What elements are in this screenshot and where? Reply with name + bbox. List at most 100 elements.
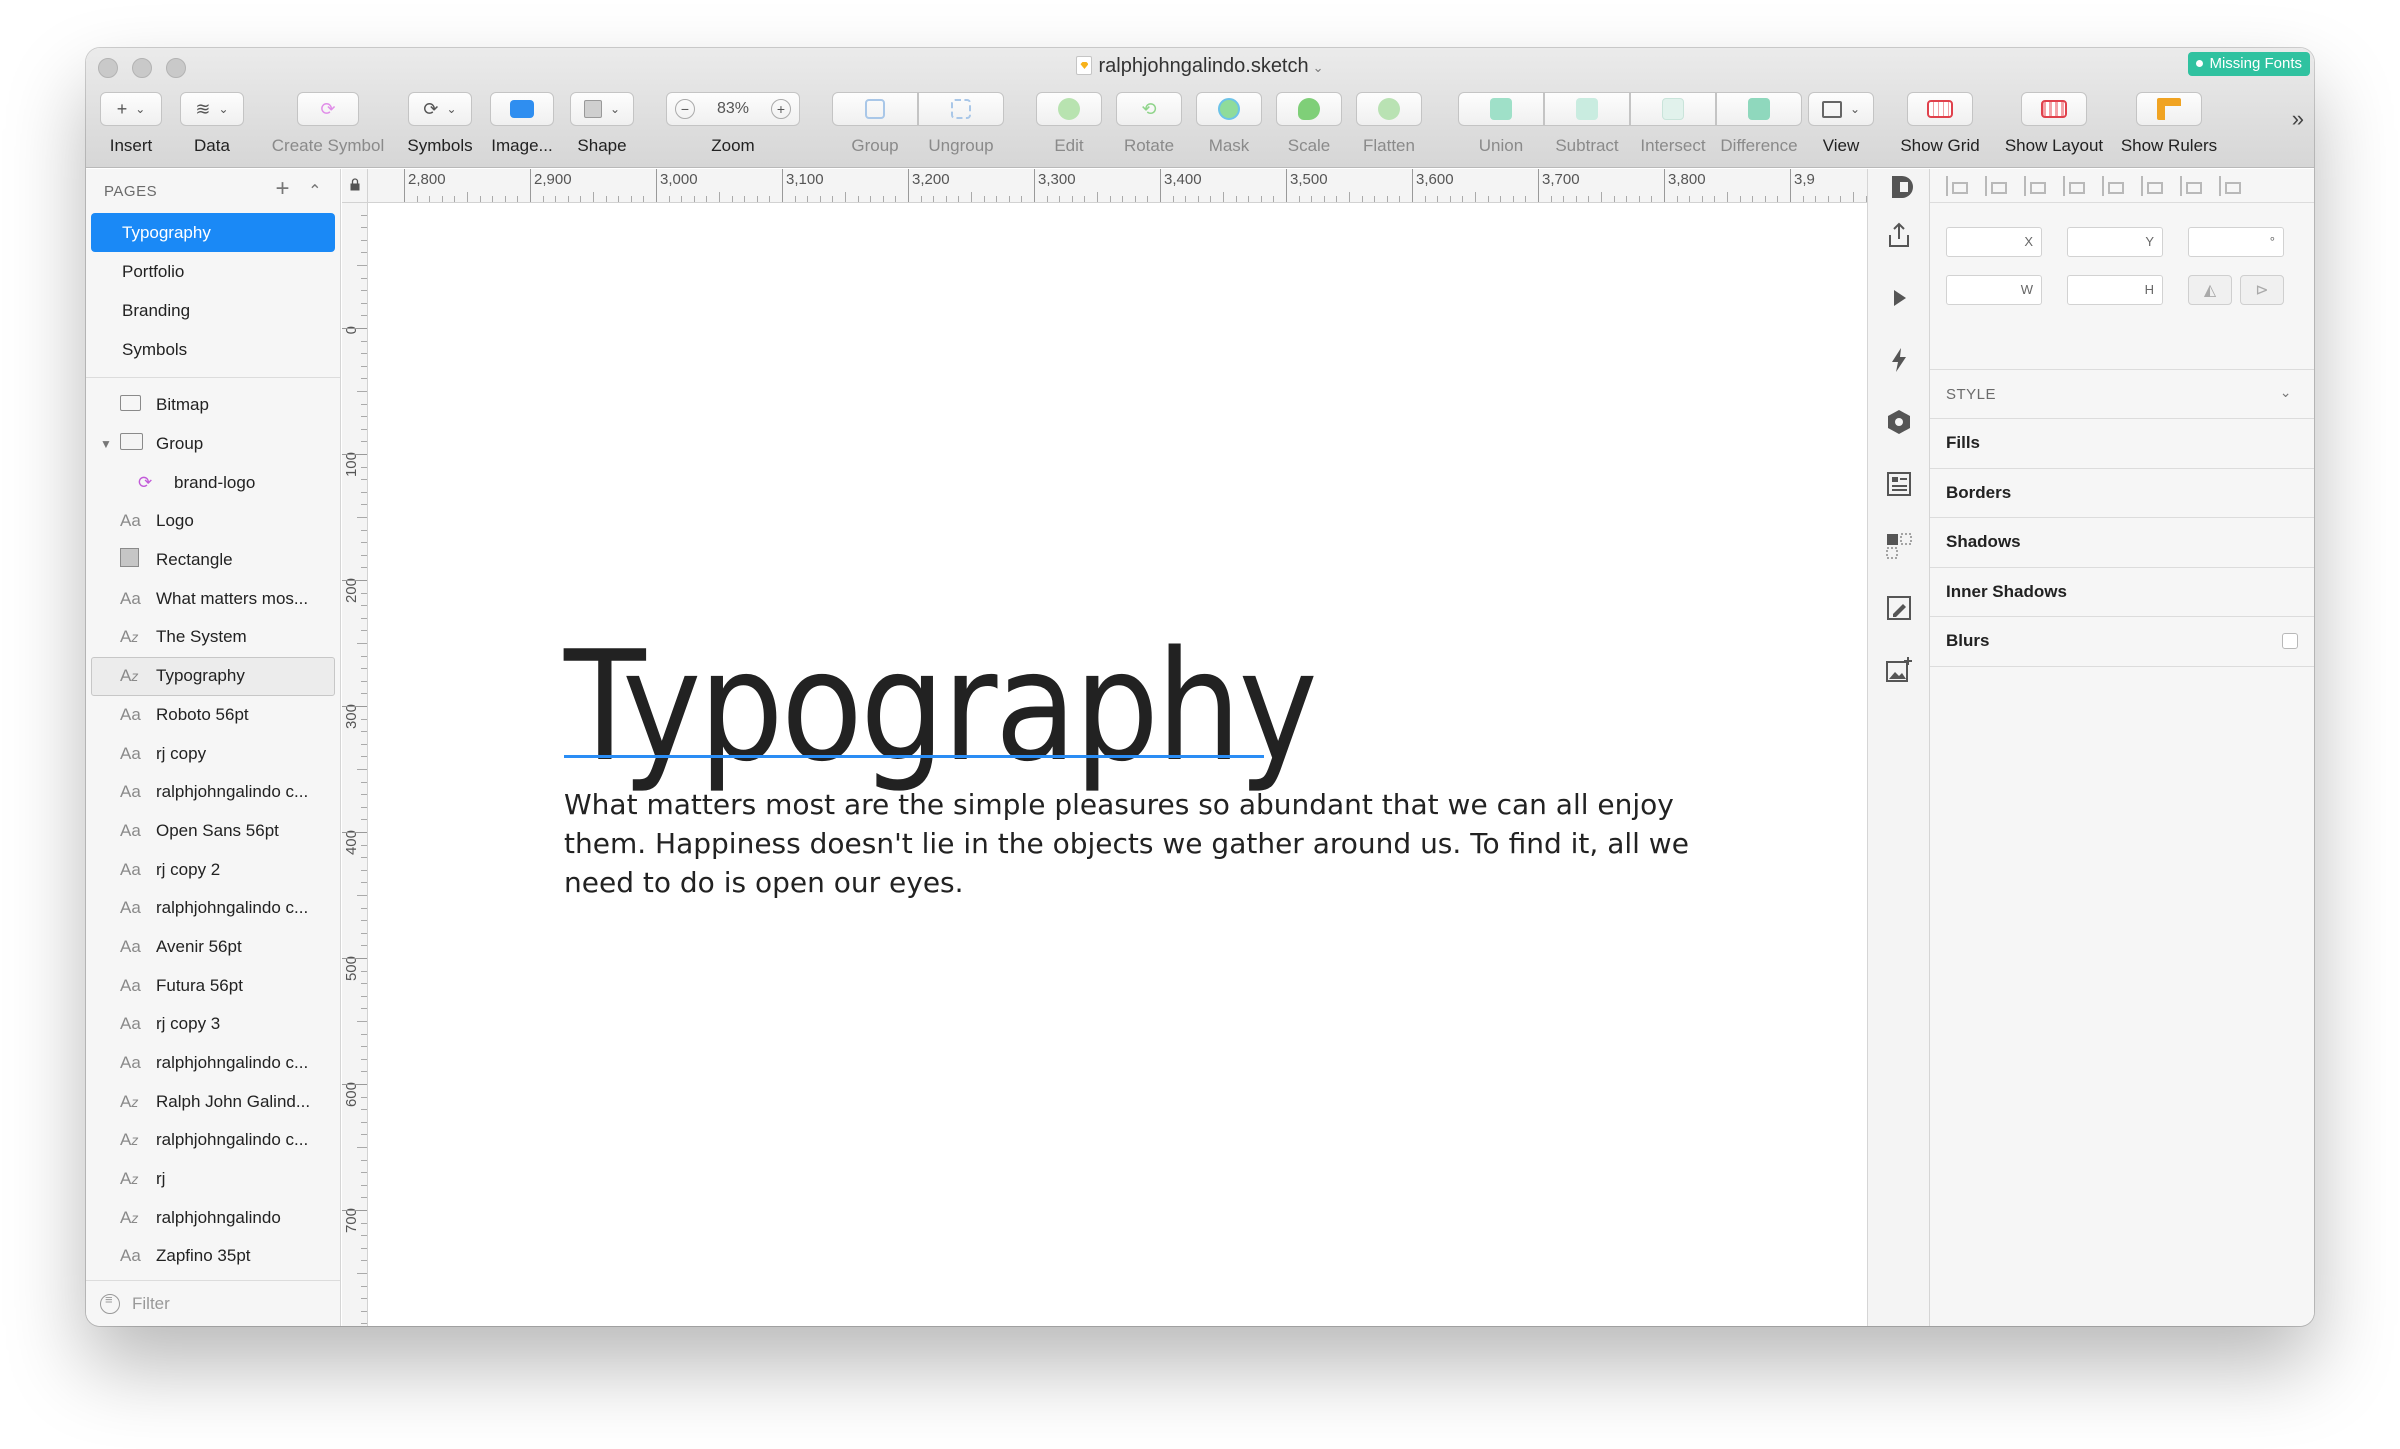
layer-row[interactable]: Rectangle xyxy=(86,541,340,580)
ruler-corner[interactable] xyxy=(342,169,368,203)
layer-row[interactable]: Aa Futura 56pt xyxy=(86,966,340,1005)
page-item[interactable]: Branding xyxy=(91,291,335,330)
borders-row[interactable]: Borders xyxy=(1930,469,2314,518)
group-tool[interactable]: Group xyxy=(832,92,918,156)
shadows-row[interactable]: Shadows xyxy=(1930,518,2314,568)
align-left-icon[interactable] xyxy=(1946,175,1968,196)
show-rulers-tool[interactable]: Show Rulers xyxy=(2116,92,2222,156)
toolbar-overflow-button[interactable]: » xyxy=(2292,106,2304,132)
page-item[interactable]: Typography xyxy=(91,213,335,252)
group-button[interactable] xyxy=(832,92,918,126)
scale-button[interactable] xyxy=(1276,92,1342,126)
zoom-level[interactable]: 83% xyxy=(717,100,749,118)
image-tool[interactable]: Image... xyxy=(490,92,554,156)
page-item[interactable]: Portfolio xyxy=(91,252,335,291)
chevron-down-icon[interactable]: ⌄ xyxy=(2280,384,2292,401)
show-layout-button[interactable] xyxy=(2021,92,2087,126)
add-image-tab[interactable] xyxy=(1868,639,1929,701)
vertical-ruler[interactable]: 0 100 200 300 400 500 600 700 xyxy=(342,203,368,1326)
shape-button[interactable]: ⌄ xyxy=(570,92,634,126)
paragraph-text[interactable]: What matters most are the simple pleasur… xyxy=(564,785,1694,902)
blurs-row[interactable]: Blurs xyxy=(1930,617,2314,667)
layer-row[interactable]: Az rj xyxy=(86,1160,340,1199)
flip-vertical-button[interactable]: ⊳ xyxy=(2240,275,2284,305)
layer-row[interactable]: Aa rj copy xyxy=(86,734,340,773)
layer-filter[interactable]: Filter xyxy=(86,1280,340,1326)
edit-tool[interactable]: Edit xyxy=(1036,92,1102,156)
layer-row[interactable]: Aa ralphjohngalindo c... xyxy=(86,889,340,928)
layer-row[interactable]: Aa Roboto 56pt xyxy=(86,696,340,735)
inspector-tab-design[interactable] xyxy=(1868,169,1929,205)
data-button[interactable]: ≋ ⌄ xyxy=(180,92,244,126)
align-bottom-icon[interactable] xyxy=(2219,175,2241,196)
layer-row[interactable]: Aa Open Sans 56pt xyxy=(86,812,340,851)
show-grid-button[interactable] xyxy=(1907,92,1973,126)
layer-row[interactable]: Aa rj copy 3 xyxy=(86,1005,340,1044)
blurs-checkbox[interactable] xyxy=(2282,633,2298,650)
flatten-tool[interactable]: Flatten xyxy=(1356,92,1422,156)
rotate-tool[interactable]: ⟲ Rotate xyxy=(1116,92,1182,156)
data-tool[interactable]: ≋ ⌄ Data xyxy=(180,92,244,156)
layer-row[interactable]: Aa What matters mos... xyxy=(86,579,340,618)
ungroup-button[interactable] xyxy=(918,92,1004,126)
layer-row[interactable]: Az Typography xyxy=(91,656,335,696)
style-header[interactable]: STYLE ⌄ xyxy=(1930,369,2314,419)
insert-tool[interactable]: + ⌄ Insert xyxy=(100,92,162,156)
intersect-tool[interactable]: Intersect xyxy=(1630,92,1716,156)
layer-row[interactable]: Az The System xyxy=(86,618,340,657)
difference-tool[interactable]: Difference xyxy=(1716,92,1802,156)
shape-tool[interactable]: ⌄ Shape xyxy=(570,92,634,156)
layout-tab[interactable] xyxy=(1868,453,1929,515)
create-symbol-button[interactable]: ⟳ xyxy=(297,92,359,126)
insert-button[interactable]: + ⌄ xyxy=(100,92,162,126)
layer-row[interactable]: Aa Avenir 56pt xyxy=(86,928,340,967)
edit-path-tab[interactable] xyxy=(1868,577,1929,639)
height-field[interactable]: H xyxy=(2067,275,2163,305)
zoom-out-button[interactable]: − xyxy=(675,99,695,119)
mask-tool[interactable]: Mask xyxy=(1196,92,1262,156)
layer-row[interactable]: Aa Logo xyxy=(86,502,340,541)
image-button[interactable] xyxy=(490,92,554,126)
components-tab[interactable] xyxy=(1868,515,1929,577)
layer-row[interactable]: Aa ralphjohngalindo c... xyxy=(86,773,340,812)
plugins-tab[interactable] xyxy=(1868,391,1929,453)
inner-shadows-row[interactable]: Inner Shadows xyxy=(1930,568,2314,617)
zoom-in-button[interactable]: + xyxy=(771,99,791,119)
show-rulers-button[interactable] xyxy=(2136,92,2202,126)
layer-row[interactable]: Aa Zapfino 35pt xyxy=(86,1237,340,1276)
layer-row[interactable]: Az Ralph John Galind... xyxy=(86,1082,340,1121)
union-tool[interactable]: Union xyxy=(1458,92,1544,156)
collapse-pages-button[interactable]: ⌃ xyxy=(308,181,322,201)
align-top-icon[interactable] xyxy=(2141,175,2163,196)
subtract-tool[interactable]: Subtract xyxy=(1544,92,1630,156)
typography-heading[interactable]: Typography xyxy=(564,631,1318,783)
view-tool[interactable]: ⌄ View xyxy=(1808,92,1874,156)
y-position-field[interactable]: Y xyxy=(2067,227,2163,257)
show-layout-tool[interactable]: Show Layout xyxy=(2000,92,2108,156)
scale-tool[interactable]: Scale xyxy=(1276,92,1342,156)
symbols-button[interactable]: ⟳ ⌄ xyxy=(408,92,472,126)
intersect-button[interactable] xyxy=(1630,92,1716,126)
missing-fonts-badge[interactable]: Missing Fonts xyxy=(2188,52,2310,76)
canvas[interactable]: Typography What matters most are the sim… xyxy=(369,203,1867,1326)
distribute-horizontal-icon[interactable] xyxy=(1985,175,2007,196)
difference-button[interactable] xyxy=(1716,92,1802,126)
layer-row[interactable]: ▼ Group xyxy=(86,425,340,464)
align-center-icon[interactable] xyxy=(2024,175,2046,196)
layer-row[interactable]: Aa ralphjohngalindo c... xyxy=(86,1044,340,1083)
layer-row[interactable]: ⟳ brand-logo xyxy=(86,463,340,502)
layer-row[interactable]: Bitmap xyxy=(86,386,340,425)
mask-button[interactable] xyxy=(1196,92,1262,126)
prototype-tab[interactable] xyxy=(1868,329,1929,391)
page-item[interactable]: Symbols xyxy=(91,330,335,369)
layer-row[interactable]: Aa rj copy 2 xyxy=(86,850,340,889)
export-tab[interactable] xyxy=(1868,205,1929,267)
create-symbol-tool[interactable]: ⟳ Create Symbol xyxy=(272,92,384,156)
align-hcenter-icon[interactable] xyxy=(2063,175,2085,196)
show-grid-tool[interactable]: Show Grid xyxy=(1896,92,1984,156)
align-vcenter-icon[interactable] xyxy=(2180,175,2202,196)
align-right-icon[interactable] xyxy=(2102,175,2124,196)
flatten-button[interactable] xyxy=(1356,92,1422,126)
layer-row[interactable]: Az ralphjohngalindo xyxy=(86,1198,340,1237)
horizontal-ruler[interactable]: 2,800 2,900 3,000 3,100 3,200 3,300 3,400 3,500… xyxy=(368,169,1968,203)
